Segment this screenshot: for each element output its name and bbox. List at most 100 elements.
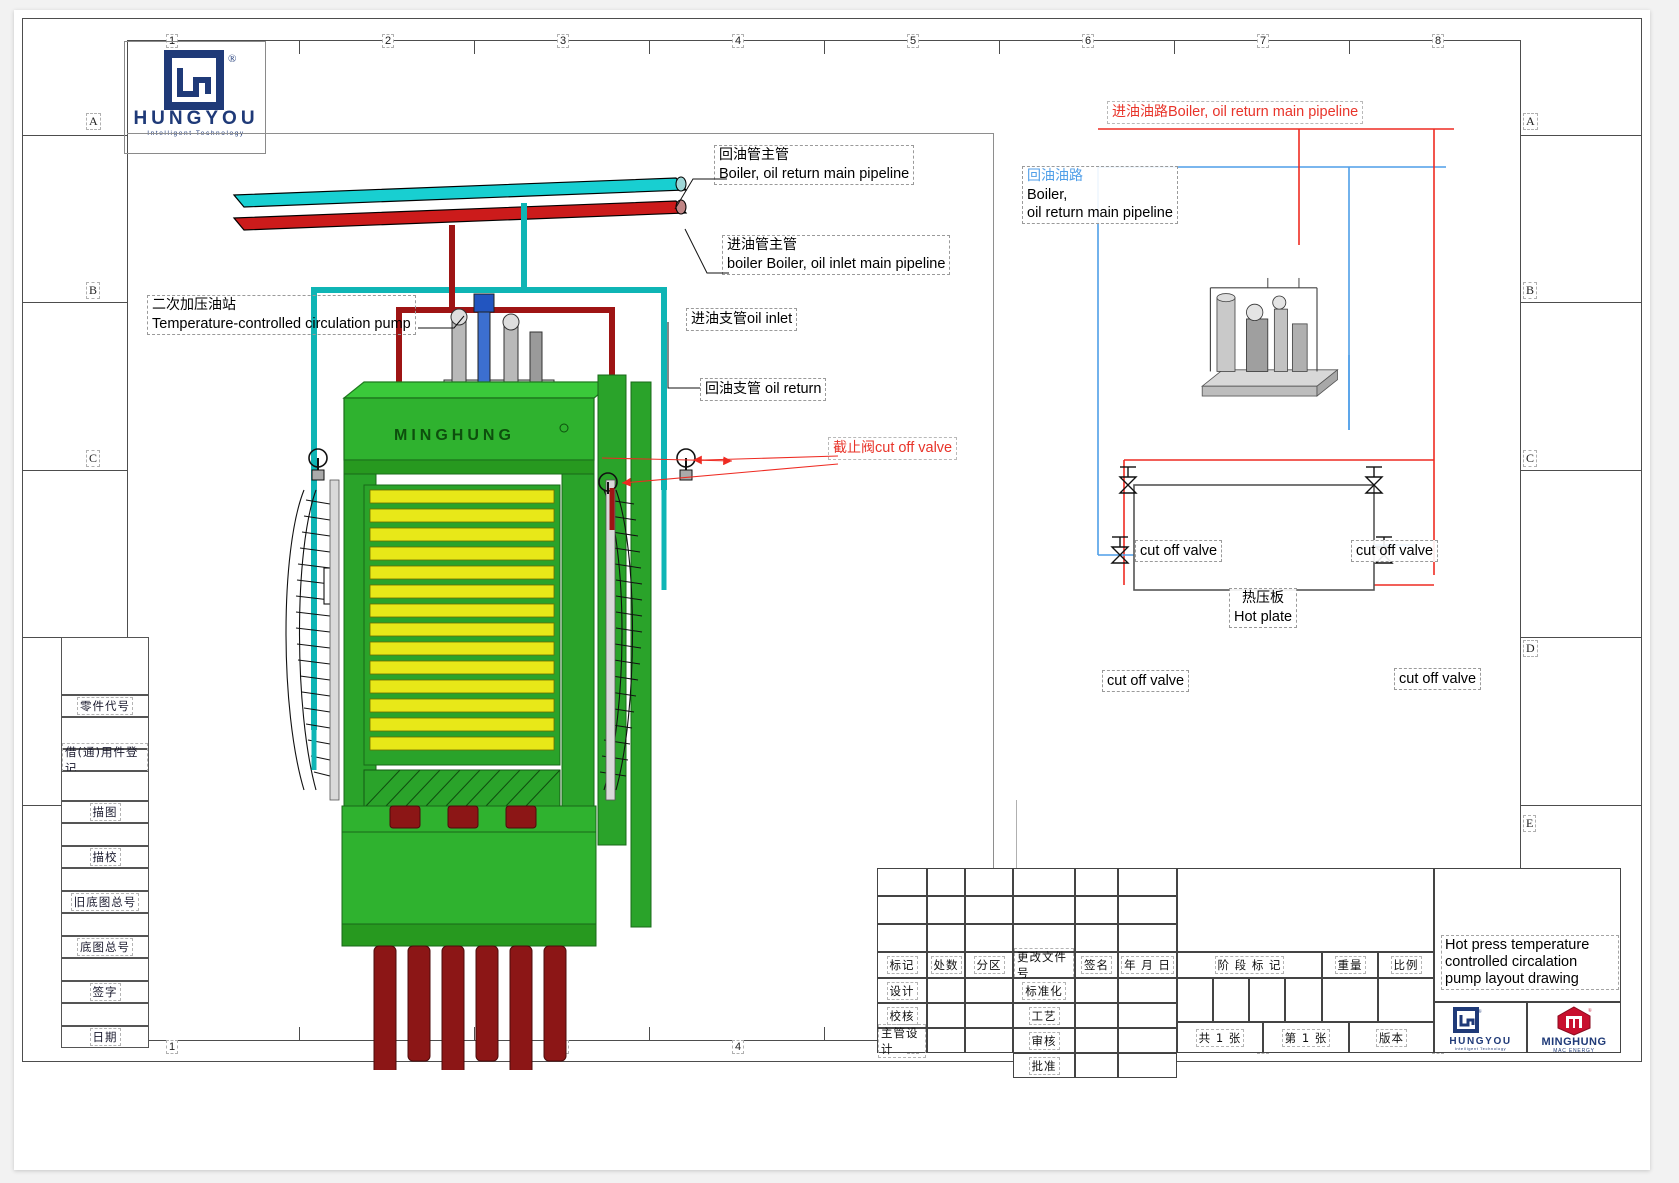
margin-cell-signature-value: [61, 1003, 149, 1026]
revision-blank-r1c1: [877, 868, 927, 896]
zone-row-tick: [22, 135, 127, 136]
role-date-review: [1118, 1028, 1177, 1053]
margin-label-signature: 签字: [61, 981, 149, 1003]
heated-platen-stack: [363, 484, 561, 766]
zone-row-tick: [22, 637, 61, 638]
revision-header-text: 年 月 日: [1121, 956, 1174, 974]
main-title-line-2: controlled circalation: [1445, 954, 1578, 971]
revision-blank-r2c2: [927, 896, 965, 924]
zone-tick: [649, 40, 650, 54]
zone-col-3-top: 3: [557, 34, 570, 48]
zone-row-tick: [22, 302, 127, 303]
left-rack-assembly: [285, 489, 335, 791]
role-value-chief-design: [927, 1028, 965, 1053]
logo-brand-text: HUNGYOU: [133, 108, 259, 129]
main-title-line-1: Hot press temperature: [1445, 937, 1590, 953]
valve-symbol-bottom-left: [1110, 536, 1130, 564]
callout-oil-return-branch: 回油支管 oil return: [700, 378, 827, 401]
stage-cell-1: [1177, 978, 1213, 1022]
stage-cell-3: [1249, 978, 1285, 1022]
stage-cell-2: [1213, 978, 1249, 1022]
role-label-process: 工艺: [1013, 1003, 1075, 1028]
callout-cut-off-valve-zh: 截止阀: [833, 440, 875, 456]
role-label-chief-design: 主管设计: [877, 1023, 927, 1058]
stage-header-text: 重量: [1334, 956, 1366, 974]
sheet-info-text: 第 1 张: [1281, 1028, 1331, 1047]
schematic-label-return-circuit-en2: oil return main pipeline: [1027, 204, 1173, 221]
schematic-label-inlet-circuit-en: Boiler, oil return main pipeline: [1168, 104, 1359, 120]
zone-row-tick: [1521, 637, 1642, 638]
callout-oil-return-main: 回油管主管 Boiler, oil return main pipeline: [714, 145, 915, 185]
callout-circulation-pump-zh: 二次加压油站: [152, 297, 236, 313]
revision-header-mark: 标记: [877, 952, 927, 978]
revision-header-date: 年 月 日: [1118, 952, 1177, 978]
revision-header-count: 处数: [927, 952, 965, 978]
leader-oil-return-branch: [667, 322, 700, 389]
drawing-page: 1 2 3 4 5 6 7 8 1 2 3 4 5 6 7 8 A B C D …: [0, 0, 1679, 1183]
stage-weight-value: [1322, 978, 1378, 1022]
role-label-text: 标准化: [1022, 981, 1066, 1000]
main-title-text: Hot press temperature controlled circala…: [1441, 935, 1619, 991]
stage-header-mark: 阶 段 标 记: [1177, 952, 1322, 978]
margin-label-borrow-register: 借(通)用件登记: [61, 743, 149, 777]
zone-row-b-left: B: [86, 282, 101, 299]
machine-brand-mark: MINGHUNG: [394, 427, 515, 444]
margin-label-trace: 描图: [61, 801, 149, 823]
zone-row-tick: [22, 470, 127, 471]
sheet-info-total: 共 1 张: [1177, 1022, 1263, 1053]
schematic-pump-unit: [1201, 277, 1339, 397]
schematic-label-return-circuit-en1: Boiler,: [1027, 186, 1068, 203]
schematic-hot-plate-box: [1133, 484, 1375, 591]
stage-header-text: 阶 段 标 记: [1214, 956, 1285, 974]
zone-tick: [824, 40, 825, 54]
revision-blank-r3c6: [1118, 924, 1177, 952]
role-label-text: 主管设计: [878, 1023, 926, 1058]
role-label-text: 批准: [1028, 1056, 1060, 1075]
view-divider-top: [127, 133, 993, 134]
revision-header-text: 签名: [1081, 956, 1112, 974]
schematic-valve-label-2: cut off valve: [1351, 540, 1439, 563]
margin-label-base-no: 底图总号: [61, 936, 149, 958]
zone-tick: [474, 40, 475, 54]
zone-tick: [1349, 40, 1350, 54]
schematic-label-hot-plate: 热压板 Hot plate: [1229, 588, 1298, 628]
role-label-standardization: 标准化: [1013, 978, 1075, 1003]
revision-header-text: 分区: [973, 956, 1005, 974]
logo-small-tagline-text: Intelligent Technology: [1454, 1046, 1507, 1051]
margin-label-text: 零件代号: [77, 697, 133, 715]
sheet-info-text: 共 1 张: [1195, 1028, 1245, 1047]
main-title-line-3: pump layout drawing: [1445, 971, 1579, 988]
role-label-text: 审核: [1028, 1031, 1060, 1050]
zone-tick: [999, 40, 1000, 54]
leader-cut-off-valve-arrows: [601, 455, 839, 487]
role-value-check: [927, 1003, 965, 1028]
callout-oil-inlet-main-zh: 进油管主管: [727, 237, 797, 253]
revision-blank-r2c5: [1075, 896, 1118, 924]
revision-blank-r1c5: [1075, 868, 1118, 896]
role-label-design: 设计: [877, 978, 927, 1003]
revision-blank-r2c4: [1013, 896, 1075, 924]
margin-label-text: 日期: [89, 1028, 121, 1046]
zone-tick: [824, 1027, 825, 1041]
stage-header-weight: 重量: [1322, 952, 1378, 978]
revision-blank-r1c2: [927, 868, 965, 896]
zone-col-8-top: 8: [1432, 34, 1445, 48]
role-label-approve: 批准: [1013, 1053, 1075, 1078]
revision-blank-r1c4: [1013, 868, 1075, 896]
role-label-text: 校核: [886, 1006, 918, 1025]
zone-row-tick: [22, 805, 61, 806]
stage-header-scale: 比例: [1378, 952, 1434, 978]
role-date-process: [1118, 1003, 1177, 1028]
minghung-brand-text: MINGHUNG: [1541, 1036, 1607, 1048]
role-value-approve: [1075, 1053, 1118, 1078]
role-date-chief-design: [965, 1028, 1013, 1053]
stage-header-text: 比例: [1390, 956, 1422, 974]
revision-blank-r3c2: [927, 924, 965, 952]
callout-oil-inlet-main: 进油管主管 boiler Boiler, oil inlet main pipe…: [722, 235, 951, 275]
callout-cut-off-valve: 截止阀cut off valve: [828, 437, 958, 460]
callout-oil-return-branch-en: oil return: [765, 381, 822, 397]
minghung-tagline-text: MAC ENERGY: [1553, 1048, 1595, 1054]
schematic-label-inlet-circuit: 进油油路Boiler, oil return main pipeline: [1107, 101, 1364, 124]
zone-row-e-right: E: [1523, 815, 1537, 832]
margin-label-text: 签字: [89, 983, 121, 1001]
